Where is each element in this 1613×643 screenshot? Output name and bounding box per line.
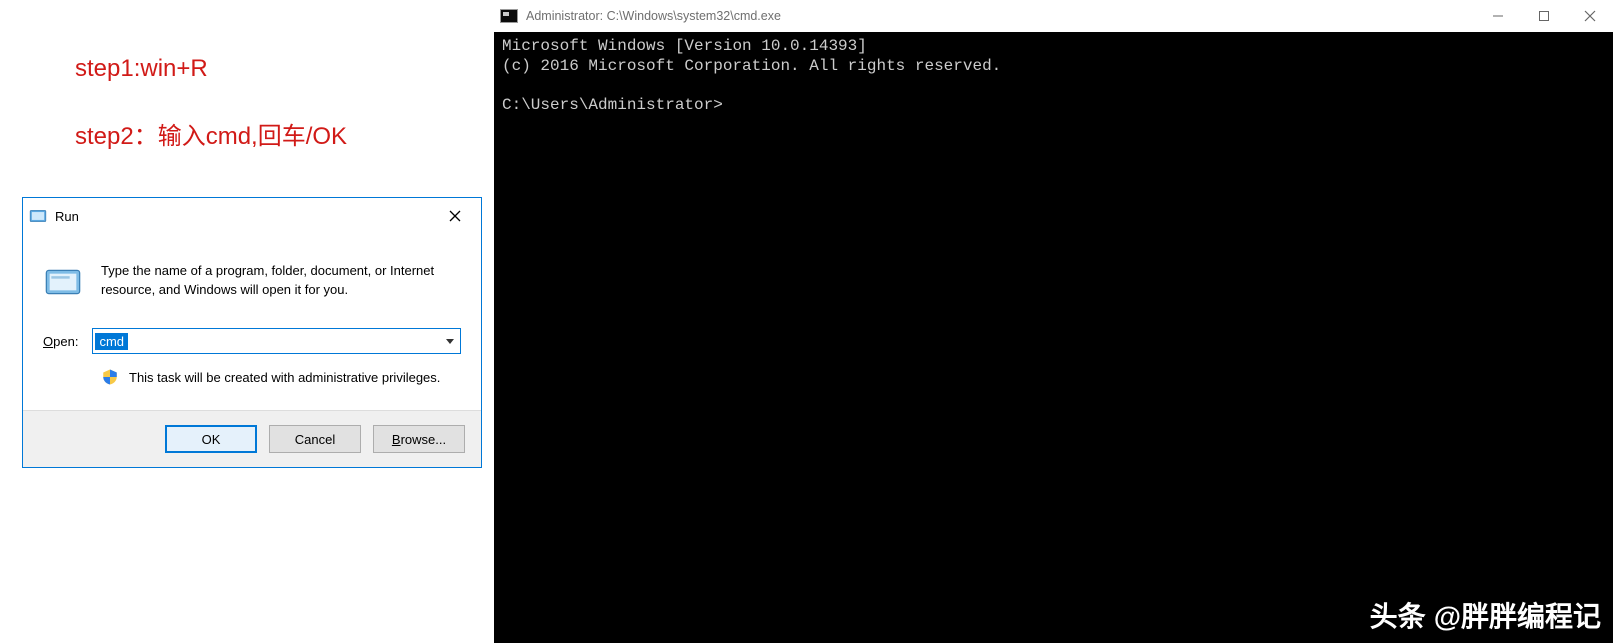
cmd-title-text: Administrator: C:\Windows\system32\cmd.e… bbox=[526, 9, 781, 23]
step2-text: step2：输入cmd,回车/OK bbox=[75, 116, 347, 151]
run-titlebar[interactable]: Run bbox=[23, 198, 481, 234]
minimize-button[interactable] bbox=[1475, 1, 1521, 31]
cmd-line2: (c) 2016 Microsoft Corporation. All righ… bbox=[502, 57, 1001, 75]
run-dialog: Run Type the name of a program, folder, … bbox=[22, 197, 482, 468]
cmd-icon bbox=[500, 9, 518, 23]
maximize-button[interactable] bbox=[1521, 1, 1567, 31]
button-row: OK Cancel Browse... bbox=[23, 410, 481, 467]
dropdown-arrow-icon[interactable] bbox=[446, 339, 454, 344]
step1-text: step1:win+R bbox=[75, 55, 208, 83]
open-combobox[interactable]: cmd bbox=[92, 328, 461, 354]
open-value: cmd bbox=[95, 333, 128, 350]
run-title-text: Run bbox=[55, 209, 435, 224]
watermark: 头条 @胖胖编程记 bbox=[1370, 595, 1601, 635]
cmd-prompt: C:\Users\Administrator> bbox=[502, 96, 723, 114]
cmd-line1: Microsoft Windows [Version 10.0.14393] bbox=[502, 37, 867, 55]
run-instruction: Type the name of a program, folder, docu… bbox=[101, 262, 461, 302]
close-cmd-button[interactable] bbox=[1567, 1, 1613, 31]
browse-button[interactable]: Browse... bbox=[373, 425, 465, 453]
watermark-handle: @胖胖编程记 bbox=[1434, 595, 1601, 635]
ok-button[interactable]: OK bbox=[165, 425, 257, 453]
cmd-body[interactable]: Microsoft Windows [Version 10.0.14393] (… bbox=[494, 32, 1613, 643]
cmd-titlebar[interactable]: Administrator: C:\Windows\system32\cmd.e… bbox=[494, 0, 1613, 32]
cancel-button[interactable]: Cancel bbox=[269, 425, 361, 453]
admin-note: This task will be created with administr… bbox=[129, 370, 440, 385]
watermark-prefix: 头条 bbox=[1370, 595, 1426, 635]
run-big-icon bbox=[43, 262, 83, 302]
run-icon bbox=[29, 207, 47, 225]
cmd-window: Administrator: C:\Windows\system32\cmd.e… bbox=[494, 0, 1613, 643]
shield-icon bbox=[101, 368, 119, 386]
close-button[interactable] bbox=[435, 202, 475, 230]
open-label: Open: bbox=[43, 334, 78, 349]
